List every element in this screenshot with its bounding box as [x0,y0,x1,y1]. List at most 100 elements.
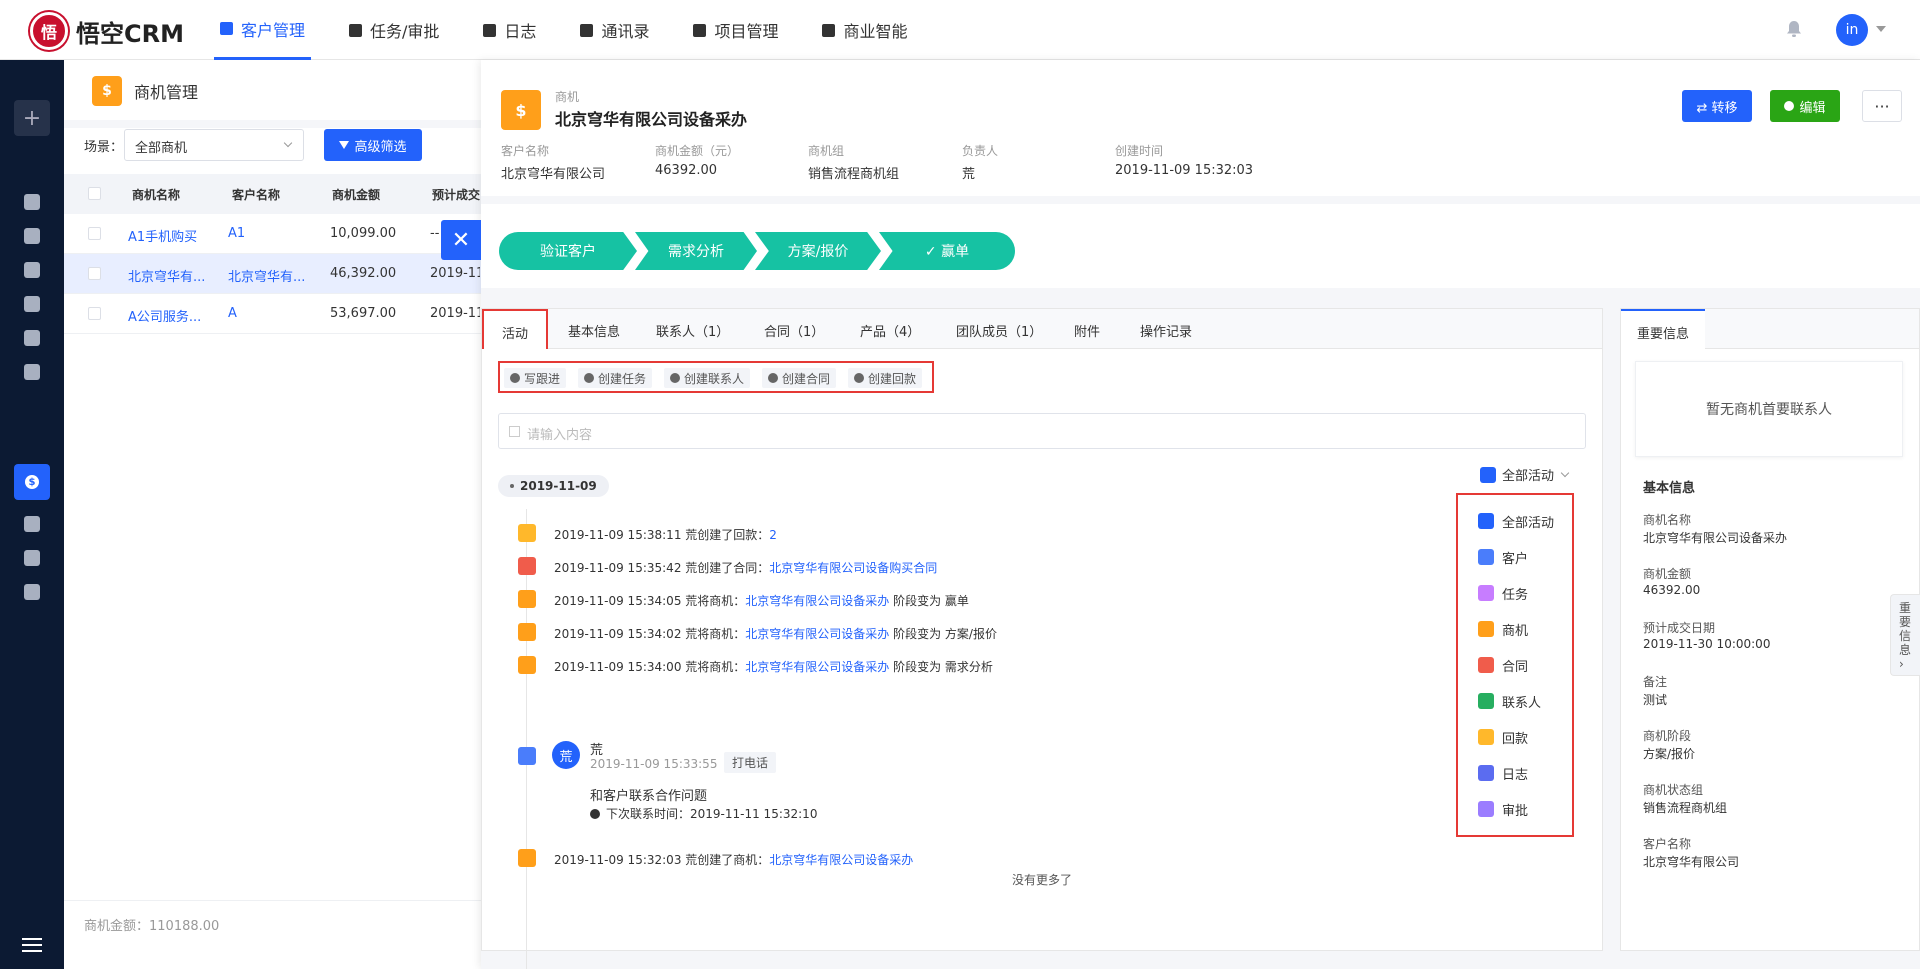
tab-team[interactable]: 团队成员（1） [956,321,1042,340]
stage-step-won[interactable]: ✓ 赢单 [879,232,1015,270]
column-header[interactable]: 商机名称 [132,186,180,203]
select-all-checkbox[interactable] [88,187,101,200]
more-button[interactable]: ··· [1862,90,1902,122]
section-title: 基本信息 [1643,481,1696,496]
filter-option-all[interactable]: 全部活动 [1478,511,1554,531]
chevron-down-icon[interactable] [1876,26,1886,32]
stage-step[interactable]: 方案/报价 [755,232,881,270]
create-task-button[interactable]: 创建任务 [578,368,653,388]
create-contact-button[interactable]: 创建联系人 [664,368,751,388]
timeline-link[interactable]: 北京穹华有限公司设备采办 [745,660,889,674]
bell-icon[interactable] [1786,20,1802,38]
important-info-handle[interactable]: 重要信息 › [1890,594,1920,676]
row-checkbox[interactable] [88,307,101,320]
field-label: 备注 [1643,675,1668,689]
page-title: 商机管理 [134,83,199,102]
column-header[interactable]: 商机金额 [332,186,380,203]
nav-item-tasks[interactable]: 任务/审批 [343,0,445,60]
customer-name-link[interactable]: 北京穹华有... [228,266,308,285]
sea-icon[interactable] [24,364,40,380]
advanced-filter-button[interactable]: 高级筛选 [324,129,422,161]
timeline-link[interactable]: 北京穹华有限公司设备采办 [769,853,913,867]
stage-step[interactable]: 需求分析 [635,232,757,270]
contact-icon[interactable] [24,330,40,346]
timeline-item: 2019-11-09 15:34:02 荒将商机：北京穹华有限公司设备采办 阶段… [554,627,997,641]
filter-option-task[interactable]: 任务 [1478,583,1528,603]
side-tabs: 重要信息 [1621,309,1919,349]
filter-option-opportunity[interactable]: 商机 [1478,619,1528,639]
close-detail-button[interactable]: ✕ [441,220,481,260]
menu-collapse-icon[interactable] [22,938,42,952]
create-contract-button[interactable]: 创建合同 [762,368,837,388]
dollar-icon: $ [501,90,541,130]
user-avatar[interactable]: in [1836,14,1868,46]
dashboard-icon[interactable] [24,194,40,210]
no-more-text: 没有更多了 [1012,873,1073,887]
quick-add-button[interactable]: + [14,100,50,136]
approval-icon [1478,801,1494,817]
customer-name-link[interactable]: A [228,306,308,321]
briefcase-icon [349,23,363,37]
nav-label: 商业智能 [843,22,908,41]
activity-filter-dropdown[interactable]: 全部活动 [1480,465,1570,484]
write-followup-button[interactable]: 写跟进 [504,368,567,388]
timeline-link[interactable]: 北京穹华有限公司设备采办 [745,594,889,608]
transfer-button[interactable]: ⇄ 转移 [1682,90,1752,122]
product-icon[interactable] [24,584,40,600]
timeline-link[interactable]: 北京穹华有限公司设备采办 [745,627,889,641]
nav-item-bi[interactable]: 商业智能 [816,0,913,60]
tab-basic-info[interactable]: 基本信息 [568,321,620,340]
date-cell: 2019-11- [430,306,480,321]
amount-cell: 10,099.00 [330,226,397,241]
payment-icon[interactable] [24,550,40,566]
opportunity-detail-panel: $ 商机 北京穹华有限公司设备采办 ⇄ 转移 编辑 ··· 客户名称 北京穹华有… [481,60,1920,969]
tab-activity[interactable]: 活动 [482,309,549,349]
nav-item-customer[interactable]: 客户管理 [214,0,312,60]
create-payment-button[interactable]: 创建回款 [848,368,923,388]
tab-products[interactable]: 产品（4） [860,321,920,340]
input-placeholder: 请输入内容 [527,428,593,443]
chat-icon[interactable] [24,228,40,244]
contract-icon[interactable] [24,516,40,532]
nav-item-projects[interactable]: 项目管理 [687,0,784,60]
table-row[interactable]: 北京穹华有... 北京穹华有... 46,392.00 2019-11- [64,254,484,294]
customer-name-link[interactable]: A1 [228,226,306,241]
tab-attachments[interactable]: 附件 [1074,321,1100,340]
filter-option-customer[interactable]: 客户 [1478,547,1528,567]
tab-operation-log[interactable]: 操作记录 [1140,321,1192,340]
row-checkbox[interactable] [88,227,101,240]
edit-button[interactable]: 编辑 [1770,90,1840,122]
filter-option-contract[interactable]: 合同 [1478,655,1528,675]
filter-option-payment[interactable]: 回款 [1478,727,1528,747]
followup-type-tag: 打电话 [724,752,777,773]
table-row[interactable]: A1手机购买 A1 10,099.00 -- [64,214,484,254]
timeline-link[interactable]: 北京穹华有限公司设备购买合同 [769,561,937,575]
app-logo[interactable]: 悟 悟空CRM [30,12,184,50]
opportunity-name-link[interactable]: A1手机购买 [128,226,206,245]
column-header[interactable]: 预计成交 [432,186,480,203]
table-row[interactable]: A公司服务... A 53,697.00 2019-11- [64,294,484,334]
opportunity-icon[interactable]: $ [14,464,50,500]
timeline-line [526,509,527,969]
leads-icon[interactable] [24,262,40,278]
scene-select[interactable]: 全部商机 [124,129,304,161]
timeline-link[interactable]: 2 [769,528,777,542]
row-checkbox[interactable] [88,267,101,280]
column-header[interactable]: 客户名称 [232,186,280,203]
nav-item-contacts[interactable]: 通讯录 [574,0,655,60]
avatar[interactable]: 荒 [552,741,580,769]
edit-icon [509,426,520,437]
tab-contacts[interactable]: 联系人（1） [656,321,729,340]
customer-icon[interactable] [24,296,40,312]
stage-step[interactable]: 验证客户 [499,232,637,270]
tab-contracts[interactable]: 合同（1） [764,321,824,340]
opportunity-name-link[interactable]: 北京穹华有... [128,266,208,285]
activity-input[interactable]: 请输入内容 [498,413,1586,449]
filter-option-approval[interactable]: 审批 [1478,799,1528,819]
tab-important-info[interactable]: 重要信息 [1621,309,1706,349]
filter-option-log[interactable]: 日志 [1478,763,1528,783]
filter-option-contact[interactable]: 联系人 [1478,691,1541,711]
opportunity-name-link[interactable]: A公司服务... [128,306,208,325]
amount-cell: 53,697.00 [330,306,397,321]
nav-item-log[interactable]: 日志 [477,0,542,60]
